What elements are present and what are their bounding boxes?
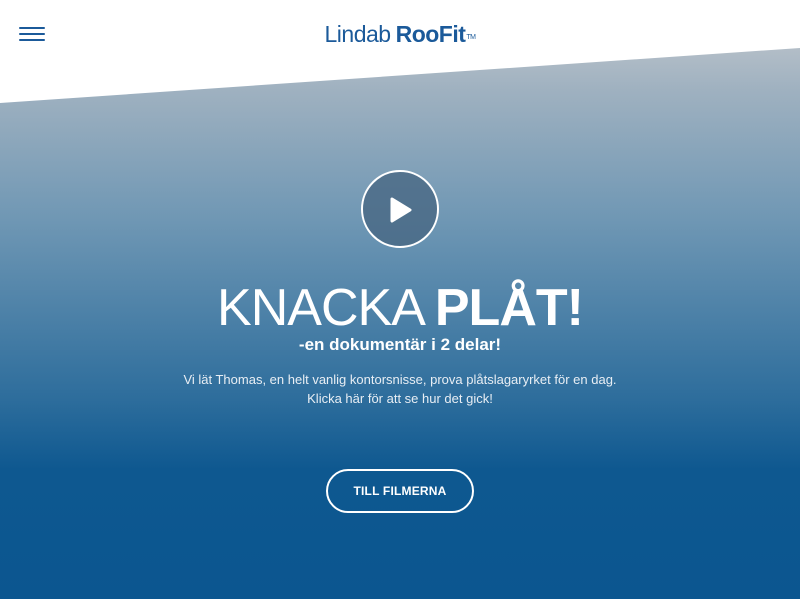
description-line-1: Vi lät Thomas, en helt vanlig kontorsnis… <box>183 372 617 387</box>
play-video-button[interactable] <box>361 170 439 248</box>
headline-light: KNACKA <box>217 279 426 337</box>
hero-subtitle: -en dokumentär i 2 delar! <box>298 335 502 354</box>
page-headline: KNACKA PLÅT! <box>0 280 800 336</box>
headline-bold: PLÅT! <box>434 279 584 337</box>
hero-description: Vi lät Thomas, en helt vanlig kontorsnis… <box>0 370 800 408</box>
logo-trademark: TM <box>466 34 476 41</box>
play-icon <box>390 197 412 223</box>
logo-text-lindab: Lindab <box>324 21 392 47</box>
till-filmerna-button[interactable]: TILL FILMERNA <box>326 469 474 513</box>
logo-text-roofit: RooFit <box>395 21 466 47</box>
lindab-roofit-logo[interactable]: Lindab RooFitTM <box>0 20 800 48</box>
description-line-2: Klicka här för att se hur det gick! <box>307 391 493 406</box>
